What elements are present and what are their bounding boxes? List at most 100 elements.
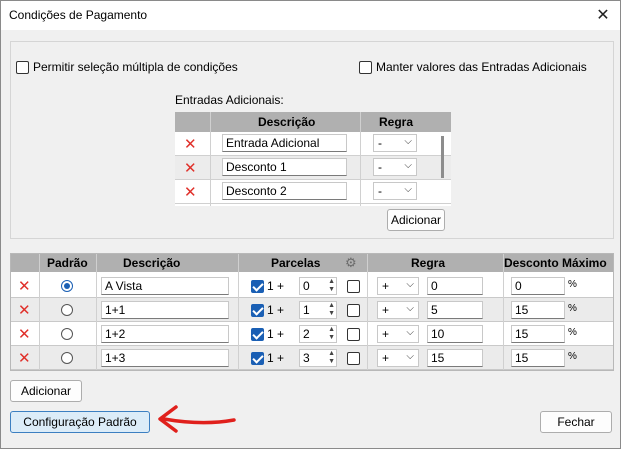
regra-select[interactable]: + ⌵ (377, 301, 419, 319)
parcelas-prefix: 1 + (267, 279, 285, 293)
extras-caption: Entradas Adicionais: (175, 93, 284, 107)
regra-value-field[interactable]: 0 (427, 277, 483, 295)
parcelas-checkbox[interactable] (251, 304, 264, 317)
extras-add-button[interactable]: Adicionar (387, 209, 445, 231)
table-row: ✕ 1+3 1 + 3 ▲ ▼ + ⌵ 15 15 % (11, 346, 613, 370)
chevron-down-icon: ⌵ (406, 351, 414, 362)
chevron-down-icon: ⌵ (406, 279, 414, 290)
extras-regra-select[interactable]: - ⌵ (373, 158, 417, 176)
padrao-radio[interactable] (61, 352, 73, 364)
descricao-field[interactable]: 1+2 (101, 325, 229, 343)
extras-descricao-field[interactable]: Entrada Adicional (222, 134, 347, 152)
parcelas-value: 1 (303, 303, 310, 317)
extras-regra-value: - (378, 160, 382, 174)
descricao-field[interactable]: A Vista (101, 277, 229, 295)
regra-value-field[interactable]: 10 (427, 325, 483, 343)
parcelas-value: 3 (303, 351, 310, 365)
percent-label: % (568, 351, 577, 362)
extras-table: Descrição Regra ✕ Entrada Adicional - ⌵ ✕… (175, 112, 451, 206)
header-descricao: Descrição (123, 256, 181, 270)
regra-value-field[interactable]: 15 (427, 349, 483, 367)
gear-icon[interactable]: ⚙ (345, 255, 357, 271)
default-config-button[interactable]: Configuração Padrão (10, 411, 150, 433)
title-bar: Condições de Pagamento ✕ (1, 1, 620, 30)
table-row: ✕ 1+1 1 + 1 ▲ ▼ + ⌵ 5 15 % (11, 298, 613, 322)
extras-divider (210, 112, 211, 206)
padrao-radio[interactable] (61, 328, 73, 340)
padrao-radio[interactable] (61, 280, 73, 292)
spin-arrows-icon[interactable]: ▲ ▼ (328, 302, 335, 318)
descricao-field[interactable]: 1+3 (101, 349, 229, 367)
delete-icon[interactable]: ✕ (18, 325, 31, 343)
extras-row: ✕ Entrada Adicional - ⌵ (175, 132, 451, 156)
regra-select[interactable]: + ⌵ (377, 325, 419, 343)
parcelas-checkbox[interactable] (251, 352, 264, 365)
delete-icon[interactable]: ✕ (18, 301, 31, 319)
spin-arrows-icon[interactable]: ▲ ▼ (328, 278, 335, 294)
parcelas-stepper[interactable]: 0 ▲ ▼ (299, 277, 337, 295)
parcelas-value: 2 (303, 327, 310, 341)
descricao-field[interactable]: 1+1 (101, 301, 229, 319)
desconto-field[interactable]: 15 (511, 349, 565, 367)
dialog-window: Condições de Pagamento ✕ Permitir seleçã… (0, 0, 621, 449)
header-regra: Regra (411, 256, 446, 270)
desconto-field[interactable]: 15 (511, 301, 565, 319)
parcelas-stepper[interactable]: 1 ▲ ▼ (299, 301, 337, 319)
multi-select-checkbox[interactable]: Permitir seleção múltipla de condições (16, 60, 238, 74)
percent-label: % (568, 279, 577, 290)
column-divider (503, 254, 504, 370)
desconto-field[interactable]: 0 (511, 277, 565, 295)
extras-regra-value: - (378, 184, 382, 198)
extras-header: Descrição Regra (175, 112, 451, 132)
extras-divider (360, 112, 361, 206)
extras-descricao-field[interactable]: Desconto 1 (222, 158, 347, 176)
regra-value: + (382, 279, 390, 293)
delete-icon[interactable]: ✕ (18, 349, 31, 367)
parcelas-prefix: 1 + (267, 327, 285, 341)
parcelas-prefix: 1 + (267, 351, 285, 365)
extra-checkbox[interactable] (347, 304, 360, 317)
extra-checkbox[interactable] (347, 352, 360, 365)
header-desconto-maximo: Desconto Máximo (504, 256, 607, 270)
keep-values-checkbox[interactable]: Manter valores das Entradas Adicionais (359, 60, 587, 74)
delete-icon[interactable]: ✕ (18, 277, 31, 295)
desconto-field[interactable]: 15 (511, 325, 565, 343)
extras-descricao-field[interactable]: Desconto 2 (222, 182, 347, 200)
parcelas-stepper[interactable]: 2 ▲ ▼ (299, 325, 337, 343)
extra-checkbox[interactable] (347, 328, 360, 341)
extra-checkbox[interactable] (347, 280, 360, 293)
percent-label: % (568, 303, 577, 314)
keep-values-label: Manter valores das Entradas Adicionais (376, 60, 587, 74)
multi-select-box[interactable] (16, 60, 29, 74)
regra-value: + (382, 351, 390, 365)
column-divider (238, 254, 239, 370)
parcelas-checkbox[interactable] (251, 328, 264, 341)
add-condition-button[interactable]: Adicionar (10, 380, 82, 402)
regra-value-field[interactable]: 5 (427, 301, 483, 319)
close-icon[interactable]: ✕ (590, 3, 616, 27)
table-row: ✕ 1+2 1 + 2 ▲ ▼ + ⌵ 10 15 % (11, 322, 613, 346)
multi-select-label: Permitir seleção múltipla de condições (33, 60, 238, 74)
parcelas-checkbox[interactable] (251, 280, 264, 293)
regra-select[interactable]: + ⌵ (377, 349, 419, 367)
spin-arrows-icon[interactable]: ▲ ▼ (328, 350, 335, 366)
extras-row: ✕ Desconto 2 - ⌵ (175, 180, 451, 204)
delete-icon[interactable]: ✕ (184, 183, 197, 201)
close-button[interactable]: Fechar (540, 411, 612, 433)
regra-select[interactable]: + ⌵ (377, 277, 419, 295)
parcelas-stepper[interactable]: 3 ▲ ▼ (299, 349, 337, 367)
chevron-down-icon: ⌵ (404, 184, 412, 195)
extras-regra-select[interactable]: - ⌵ (373, 134, 417, 152)
extras-regra-value: - (378, 136, 382, 150)
header-padrao: Padrão (47, 256, 88, 270)
padrao-radio[interactable] (61, 304, 73, 316)
red-arrow-icon (158, 405, 236, 433)
extras-header-descricao: Descrição (258, 115, 316, 129)
column-divider (96, 254, 97, 370)
delete-icon[interactable]: ✕ (184, 135, 197, 153)
extras-scrollbar[interactable] (441, 136, 444, 178)
extras-regra-select[interactable]: - ⌵ (373, 182, 417, 200)
delete-icon[interactable]: ✕ (184, 159, 197, 177)
keep-values-box[interactable] (359, 60, 372, 74)
spin-arrows-icon[interactable]: ▲ ▼ (328, 326, 335, 342)
